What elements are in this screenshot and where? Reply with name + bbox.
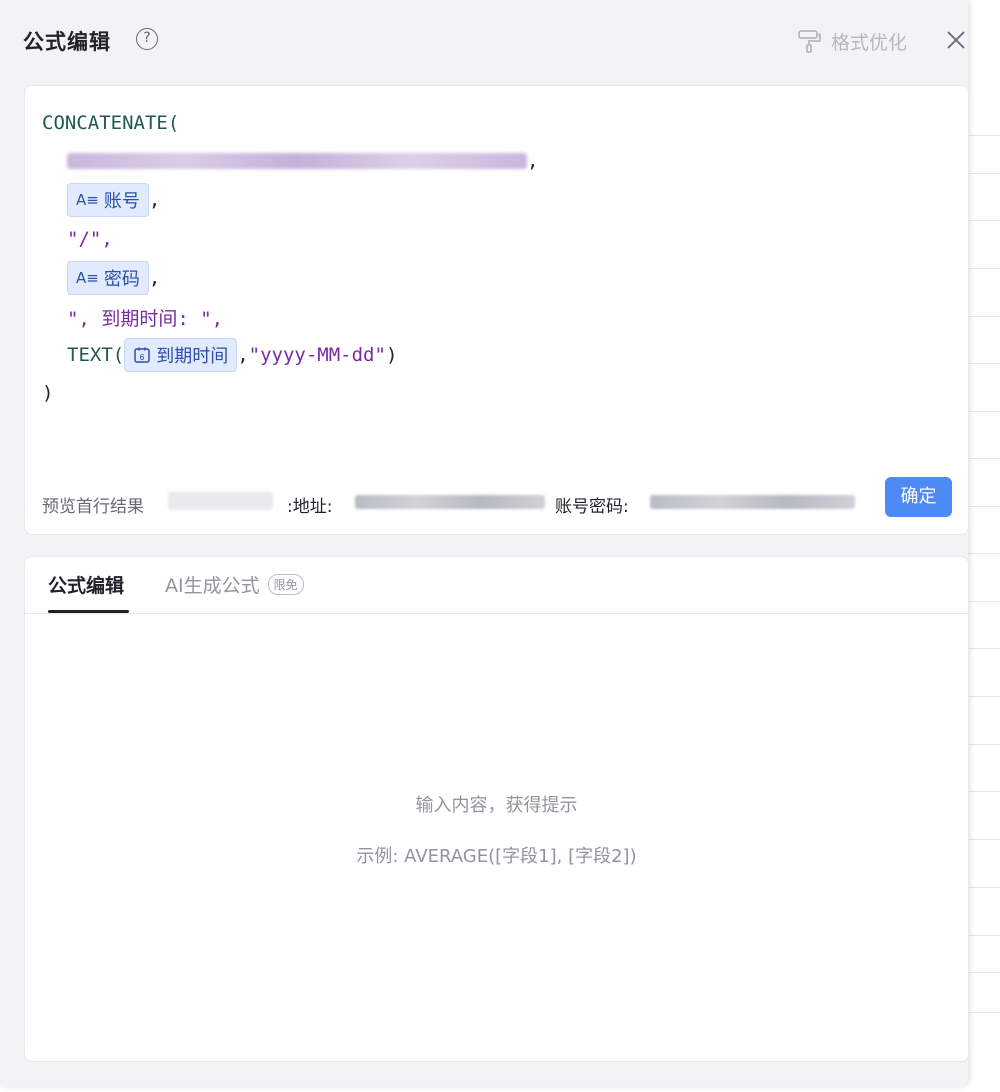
code-line-5: A≡ 密码 , xyxy=(67,261,160,295)
text-field-icon: A≡ xyxy=(76,191,99,209)
text-field-icon: A≡ xyxy=(76,269,99,287)
code-line-8: ) xyxy=(42,376,53,410)
hint-example: 示例: AVERAGE([字段1], [字段2]) xyxy=(356,846,637,867)
formula-editor-dialog: 公式编辑 ? 格式优化 CONCATENATE( , A≡ 账号 , "/", … xyxy=(0,0,969,1087)
free-badge: 限免 xyxy=(267,574,304,595)
format-optimize-button[interactable]: 格式优化 xyxy=(797,28,907,54)
string-literal: ", 到期时间: ", xyxy=(67,307,224,330)
dialog-title: 公式编辑 xyxy=(23,30,111,54)
field-chip-label: 密码 xyxy=(103,269,140,290)
paint-roller-icon xyxy=(798,30,821,53)
code-line-7: TEXT( 6 到期时间 , "yyyy-MM-dd" ) xyxy=(67,338,397,372)
function-name: CONCATENATE( xyxy=(42,112,180,134)
preview-label: 预览首行结果 xyxy=(42,497,144,517)
formula-editor[interactable]: CONCATENATE( , A≡ 账号 , "/", A≡ 密码 , ", 到… xyxy=(24,85,969,535)
code-line-2: , xyxy=(67,144,538,178)
comma: , xyxy=(148,267,161,289)
field-chip-label: 到期时间 xyxy=(156,346,229,367)
close-paren: ) xyxy=(385,344,398,366)
code-line-3: A≡ 账号 , xyxy=(67,183,160,217)
redacted-string xyxy=(67,153,527,169)
preview-account-label: 账号密码: xyxy=(555,497,629,517)
field-chip-account[interactable]: A≡ 账号 xyxy=(67,183,149,217)
confirm-button[interactable]: 确定 xyxy=(885,477,952,517)
preview-address-label: :地址: xyxy=(287,497,333,517)
date-format-string: "yyyy-MM-dd" xyxy=(248,344,386,366)
close-paren: ) xyxy=(42,382,54,404)
tab-ai-generate[interactable]: AI生成公式 限免 xyxy=(165,571,304,598)
svg-text:6: 6 xyxy=(140,353,145,362)
code-line-4: "/", xyxy=(67,222,113,256)
comma: , xyxy=(237,344,249,366)
hint-panel: 公式编辑 AI生成公式 限免 输入内容，获得提示 示例: AVERAGE([字段… xyxy=(24,556,969,1062)
format-optimize-label: 格式优化 xyxy=(831,31,908,54)
comma: , xyxy=(148,189,161,211)
tab-divider xyxy=(25,613,968,614)
field-chip-expire[interactable]: 6 到期时间 xyxy=(124,338,238,372)
code-line-1: CONCATENATE( xyxy=(42,106,179,140)
redacted-preview-value xyxy=(168,492,273,510)
field-chip-label: 账号 xyxy=(103,191,140,212)
field-chip-password[interactable]: A≡ 密码 xyxy=(67,261,149,295)
hint-title: 输入内容，获得提示 xyxy=(415,795,578,816)
string-literal: "/", xyxy=(67,228,113,250)
date-field-icon: 6 xyxy=(134,347,150,363)
tab-formula-edit[interactable]: 公式编辑 xyxy=(48,571,124,598)
function-name: TEXT( xyxy=(67,344,125,366)
tab-label: AI生成公式 xyxy=(165,575,260,597)
comma: , xyxy=(527,150,539,172)
code-line-6: ", 到期时间: ", xyxy=(67,300,223,334)
close-icon[interactable] xyxy=(944,28,968,52)
help-icon[interactable]: ? xyxy=(136,28,158,50)
redacted-address xyxy=(355,495,545,509)
redacted-account xyxy=(650,495,855,509)
